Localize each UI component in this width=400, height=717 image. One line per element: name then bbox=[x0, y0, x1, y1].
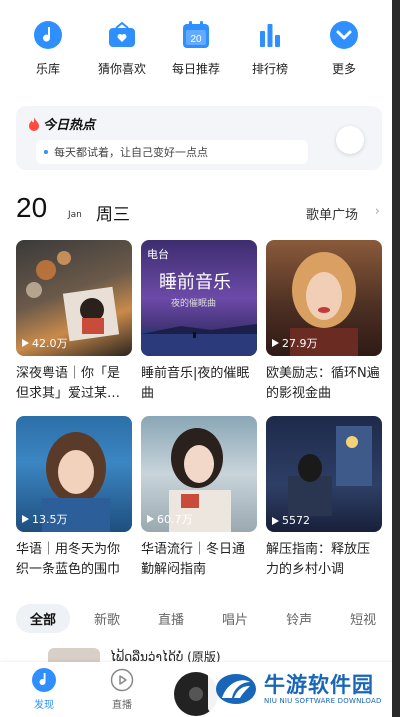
bottom-nav-discover[interactable]: 发现 bbox=[24, 668, 64, 711]
live-play-icon bbox=[110, 668, 134, 692]
playlist-plaza-link[interactable]: 歌单广场 bbox=[306, 204, 358, 223]
watermark-subtitle: NIU NIU SOFTWARE DOWNLOAD bbox=[264, 697, 382, 705]
playlist-card[interactable]: 13.5万 华语｜用冬天为你织一条蓝色的围巾 bbox=[16, 416, 132, 580]
playlist-cover: 5572 bbox=[266, 416, 382, 532]
date-day: 20 bbox=[16, 192, 48, 223]
playlist-cover: 27.9万 bbox=[266, 240, 382, 356]
playlist-title: 华语｜用冬天为你织一条蓝色的围巾 bbox=[16, 542, 121, 577]
playlist-card[interactable]: 42.0万 深夜粤语｜你「是但求其」爱过某… bbox=[16, 240, 132, 404]
playlist-card[interactable]: 5572 解压指南：释放压力的乡村小调 bbox=[266, 416, 382, 580]
playlist-title: 深夜粤语｜你「是但求其」爱过某… bbox=[16, 366, 121, 401]
bullet-dot-icon bbox=[44, 150, 48, 154]
quick-nav-library[interactable]: 乐库 bbox=[13, 20, 83, 77]
play-count: 13.5万 bbox=[22, 511, 68, 527]
quick-nav-guess[interactable]: 猜你喜欢 bbox=[87, 20, 157, 77]
playlist-cover: 60.7万 bbox=[141, 416, 257, 532]
play-count: 42.0万 bbox=[22, 335, 68, 351]
playlist-title: 解压指南：释放压力的乡村小调 bbox=[266, 542, 371, 577]
playlist-card[interactable]: 27.9万 欧美励志：循环N遍的影视金曲 bbox=[266, 240, 382, 404]
bottom-nav-live[interactable]: 直播 bbox=[102, 668, 142, 711]
chevron-right-icon[interactable]: › bbox=[375, 204, 380, 219]
hot-topic-card[interactable]: 今日热点 每天都试着，让自己变好一点点 bbox=[16, 106, 382, 170]
screen-edge bbox=[392, 0, 400, 717]
play-icon bbox=[22, 339, 29, 347]
list-item-thumbnail bbox=[48, 648, 100, 662]
cover-title: 睡前音乐 bbox=[159, 272, 231, 293]
category-tabs: 全部 新歌 直播 唱片 铃声 短视 bbox=[16, 604, 400, 633]
quick-nav: 乐库 猜你喜欢 20 每日推荐 排行榜 更多 bbox=[0, 20, 392, 77]
chevron-down-circle-icon bbox=[329, 20, 359, 50]
quick-nav-more[interactable]: 更多 bbox=[309, 20, 379, 77]
playlist-card[interactable]: 60.7万 华语流行｜冬日通勤解闷指南 bbox=[141, 416, 257, 580]
list-item[interactable]: ໄຟ້ດລືນວ່າໄດ້ບໍ່ (原版) bbox=[48, 648, 368, 662]
cover-subtitle: 夜的催眠曲 bbox=[171, 299, 217, 309]
hot-toggle-button[interactable] bbox=[336, 126, 364, 154]
tab-ringtones[interactable]: 铃声 bbox=[272, 604, 326, 633]
tab-live[interactable]: 直播 bbox=[144, 604, 198, 633]
play-icon bbox=[22, 515, 29, 523]
playlist-card[interactable]: 电台 睡前音乐 夜的催眠曲 睡前音乐|夜的催眠曲 bbox=[141, 240, 257, 404]
play-icon bbox=[272, 516, 279, 525]
playlist-title: 华语流行｜冬日通勤解闷指南 bbox=[141, 542, 246, 577]
date-month: Jan bbox=[68, 210, 82, 220]
playlist-title: 睡前音乐|夜的催眠曲 bbox=[141, 366, 250, 401]
playlist-cover: 13.5万 bbox=[16, 416, 132, 532]
discover-note-icon bbox=[32, 668, 56, 692]
watermark-logo-icon bbox=[216, 674, 256, 704]
svg-text:20: 20 bbox=[190, 34, 202, 45]
flame-icon bbox=[29, 116, 39, 131]
date-weekday: 周三 bbox=[96, 205, 130, 225]
play-count: 27.9万 bbox=[272, 335, 318, 351]
hot-title: 今日热点 bbox=[28, 114, 95, 133]
music-note-icon bbox=[33, 20, 63, 50]
tab-new-songs[interactable]: 新歌 bbox=[80, 604, 134, 633]
tab-albums[interactable]: 唱片 bbox=[208, 604, 262, 633]
radio-icon bbox=[107, 20, 137, 50]
playlist-cover: 电台 睡前音乐 夜的催眠曲 bbox=[141, 240, 257, 356]
disc-center-icon bbox=[189, 687, 203, 701]
play-icon bbox=[272, 339, 279, 347]
date-row: 20 Jan 周三 歌单广场 › bbox=[16, 192, 382, 228]
calendar-icon: 20 bbox=[181, 20, 211, 50]
tab-all[interactable]: 全部 bbox=[16, 604, 71, 633]
night-lake-image bbox=[141, 324, 257, 356]
watermark-title: 牛游软件园 bbox=[264, 673, 374, 697]
hot-subtitle: 每天都试着，让自己变好一点点 bbox=[36, 140, 308, 164]
ranking-bars-icon bbox=[255, 20, 285, 50]
play-icon bbox=[147, 515, 154, 523]
watermark: 牛游软件园 NIU NIU SOFTWARE DOWNLOAD bbox=[208, 666, 400, 712]
tab-short-video[interactable]: 短视 bbox=[336, 604, 390, 633]
quick-nav-ranking[interactable]: 排行榜 bbox=[235, 20, 305, 77]
play-count: 60.7万 bbox=[147, 511, 193, 527]
list-item-title: ໄຟ້ດລືນວ່າໄດ້ບໍ່ (原版) bbox=[110, 650, 221, 662]
playlist-cover: 42.0万 bbox=[16, 240, 132, 356]
playlist-title: 欧美励志：循环N遍的影视金曲 bbox=[266, 366, 380, 401]
play-count: 5572 bbox=[272, 514, 310, 527]
radio-tag: 电台 bbox=[147, 248, 169, 261]
quick-nav-daily[interactable]: 20 每日推荐 bbox=[161, 20, 231, 77]
